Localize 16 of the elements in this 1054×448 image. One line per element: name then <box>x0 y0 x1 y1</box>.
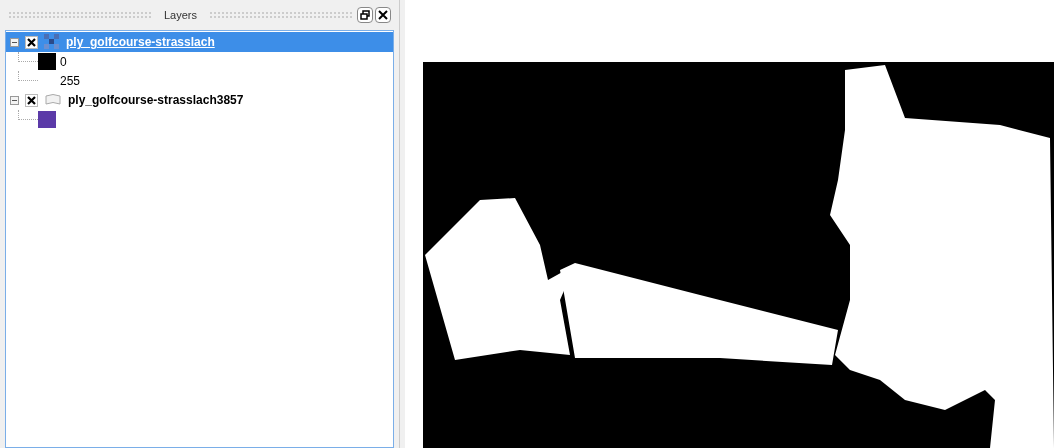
restore-icon <box>360 10 370 20</box>
layer-row[interactable]: ply_golfcourse-strasslach3857 <box>6 90 393 110</box>
layer-name: ply_golfcourse-strasslach3857 <box>68 92 244 109</box>
visibility-checkbox[interactable] <box>25 35 38 49</box>
close-button[interactable] <box>375 7 391 23</box>
collapse-icon[interactable] <box>10 95 19 105</box>
float-button[interactable] <box>357 7 373 23</box>
close-icon <box>378 10 388 20</box>
legend-label: 0 <box>60 53 67 71</box>
legend-label: 255 <box>60 72 81 90</box>
raster-icon <box>44 34 60 50</box>
layer-name: ply_golfcourse-strasslach <box>66 34 215 51</box>
polygon-icon <box>44 93 62 107</box>
collapse-icon[interactable] <box>10 37 19 47</box>
visibility-checkbox[interactable] <box>25 93 38 107</box>
panel-title: Layers <box>163 7 198 23</box>
